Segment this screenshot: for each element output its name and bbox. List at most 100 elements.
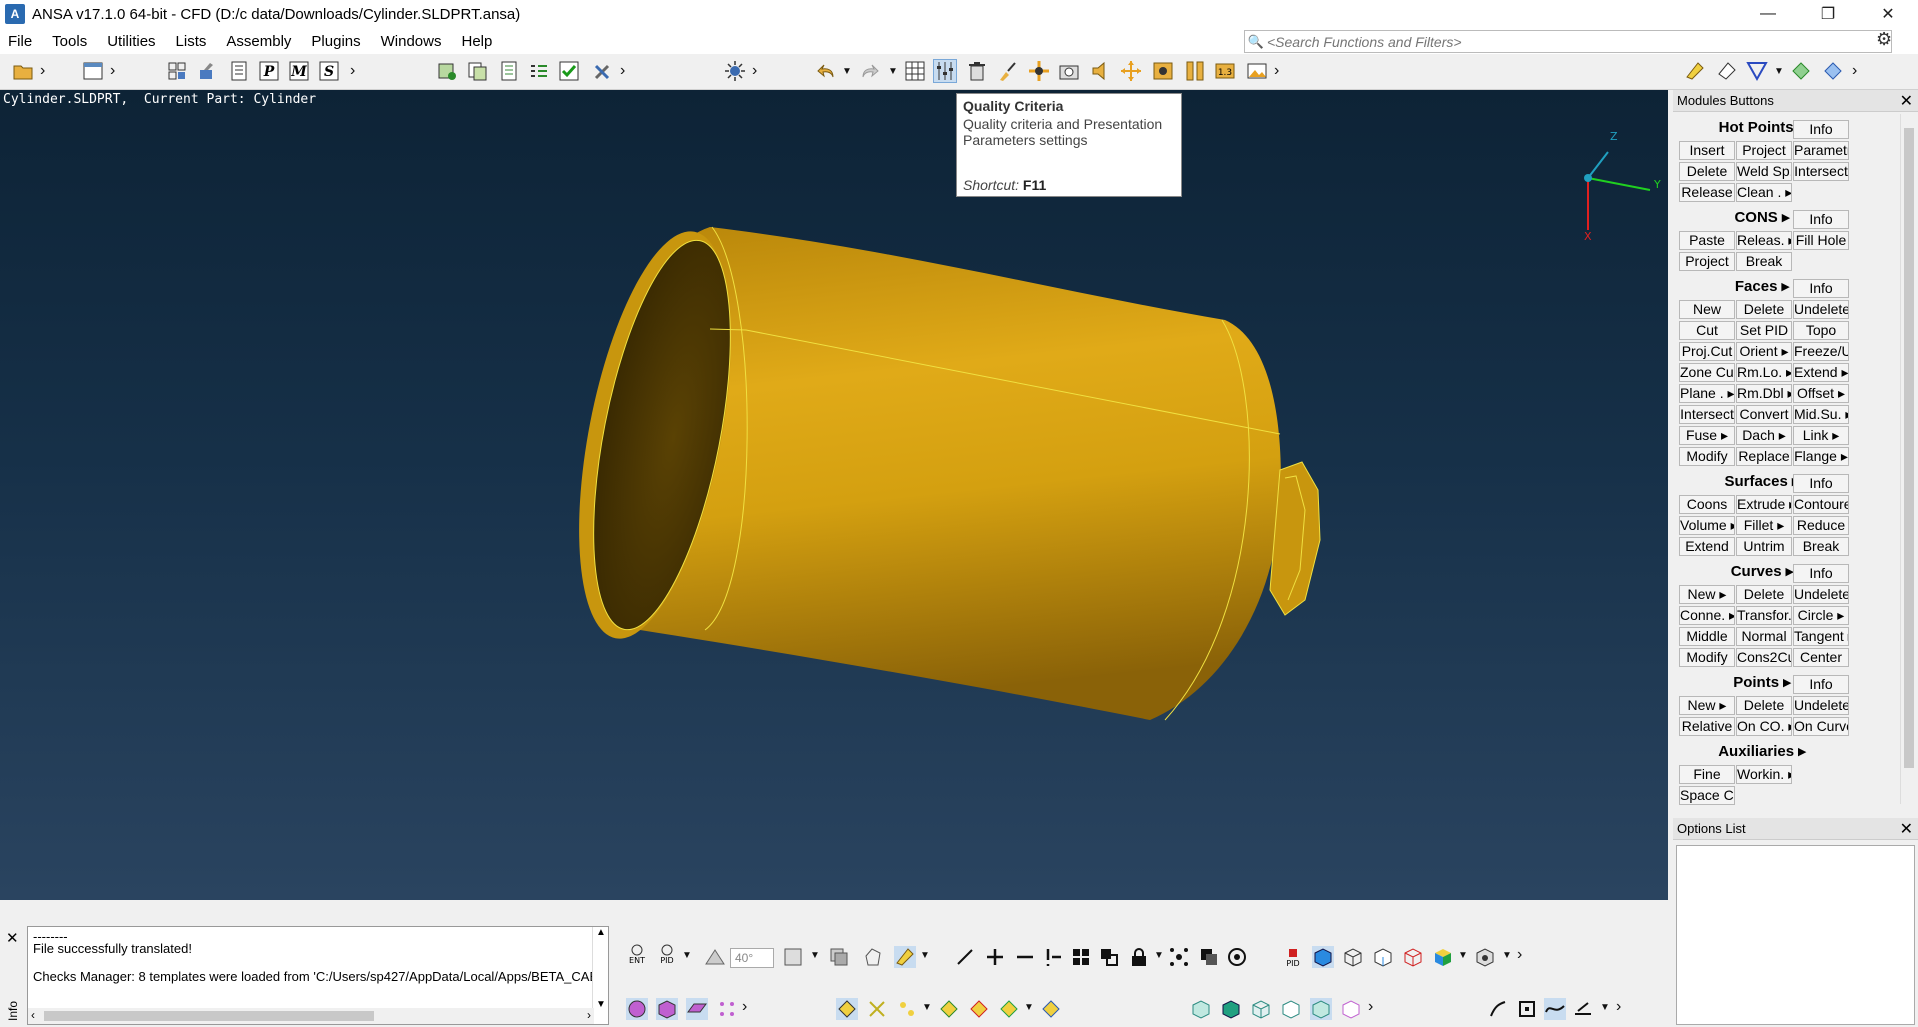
module-button[interactable]: Undelete: [1793, 300, 1849, 319]
module-info-button[interactable]: Info: [1793, 210, 1849, 229]
lock-icon[interactable]: [1128, 946, 1150, 968]
pen-icon[interactable]: [1572, 998, 1594, 1020]
checklist-icon[interactable]: [528, 60, 550, 82]
module-button[interactable]: Middle: [1679, 627, 1735, 646]
dropdown-arrow-icon[interactable]: ▼: [920, 950, 930, 961]
menu-windows[interactable]: Windows: [371, 33, 452, 50]
module-button[interactable]: Untrim: [1736, 537, 1792, 556]
module-button[interactable]: Plane . ▸: [1679, 384, 1735, 403]
module-button[interactable]: Release: [1679, 183, 1735, 202]
blue-face-icon[interactable]: [1040, 998, 1062, 1020]
trash-icon[interactable]: [966, 60, 988, 82]
filter-funnel-icon[interactable]: [1746, 60, 1768, 82]
module-button[interactable]: Break: [1793, 537, 1849, 556]
module-button[interactable]: Releas. ▸: [1736, 231, 1792, 250]
menu-help[interactable]: Help: [451, 33, 502, 50]
red-face-icon[interactable]: [968, 998, 990, 1020]
module-info-button[interactable]: Info: [1793, 564, 1849, 583]
module-button[interactable]: On Curve: [1793, 717, 1849, 736]
plus-icon[interactable]: [984, 946, 1006, 968]
chevron-right-icon[interactable]: ›: [620, 62, 625, 80]
clean-brush-icon[interactable]: [996, 60, 1018, 82]
box-select-icon[interactable]: [1516, 998, 1538, 1020]
mesh-cube-3-icon[interactable]: [1250, 998, 1272, 1020]
module-button[interactable]: Clean . ▸: [1736, 183, 1792, 202]
points-select-icon[interactable]: [716, 998, 738, 1020]
set-s-icon[interactable]: S: [318, 60, 340, 82]
dropdown-arrow-icon[interactable]: ▼: [922, 1002, 932, 1013]
picture-icon[interactable]: [1246, 60, 1268, 82]
chevron-right-icon[interactable]: ›: [1274, 62, 1279, 80]
camera-icon[interactable]: [1058, 60, 1080, 82]
dropdown-arrow-icon[interactable]: ▼: [1600, 1002, 1610, 1013]
module-group-title[interactable]: Auxiliaries ▸: [1707, 742, 1817, 760]
grid-all-icon[interactable]: [1070, 946, 1092, 968]
module-button[interactable]: Flange ▸: [1793, 447, 1849, 466]
yellow-points-icon[interactable]: [836, 998, 858, 1020]
hidden-cube-icon[interactable]: [1372, 946, 1394, 968]
frame-icon[interactable]: [782, 946, 804, 968]
red-cube-icon[interactable]: [1402, 946, 1424, 968]
color-cube-icon[interactable]: [1432, 946, 1454, 968]
cylinder-model[interactable]: Y Z X: [0, 90, 1668, 900]
mesh-cube-2-icon[interactable]: [1220, 998, 1242, 1020]
dropdown-arrow-icon[interactable]: ▼: [1502, 950, 1512, 961]
module-button[interactable]: Fill Hole: [1793, 231, 1849, 250]
module-button[interactable]: Intersect: [1679, 405, 1735, 424]
tools-icon[interactable]: [592, 60, 614, 82]
sun-options-icon[interactable]: [724, 60, 746, 82]
menu-lists[interactable]: Lists: [166, 33, 217, 50]
redo-icon[interactable]: [858, 60, 880, 82]
module-info-button[interactable]: Info: [1793, 675, 1849, 694]
module-button[interactable]: Rm.Dbl ▸: [1736, 384, 1792, 403]
dropdown-arrow-icon[interactable]: ▼: [842, 66, 852, 77]
dropdown-arrow-icon[interactable]: ▼: [1774, 66, 1784, 77]
grid-select-icon[interactable]: [166, 60, 188, 82]
open-folder-icon[interactable]: [12, 60, 34, 82]
module-button[interactable]: Tangent ▸: [1793, 627, 1849, 646]
settings-gear-icon[interactable]: ⚙: [1876, 29, 1892, 50]
module-button[interactable]: Normal: [1736, 627, 1792, 646]
move-cross-icon[interactable]: [1028, 60, 1050, 82]
menu-tools[interactable]: Tools: [42, 33, 97, 50]
mesh-cube-5-icon[interactable]: [1310, 998, 1332, 1020]
module-button[interactable]: Offset ▸: [1793, 384, 1849, 403]
highlight-icon[interactable]: [894, 946, 916, 968]
close-button[interactable]: ✕: [1858, 0, 1918, 28]
module-button[interactable]: Convert: [1736, 405, 1792, 424]
sound-icon[interactable]: [1090, 60, 1112, 82]
dropdown-arrow-icon[interactable]: ▼: [1024, 1002, 1034, 1013]
chevron-right-icon[interactable]: ›: [1368, 998, 1373, 1016]
restore-button[interactable]: ❐: [1798, 0, 1858, 28]
shaded-cube-icon[interactable]: [1312, 946, 1334, 968]
module-button[interactable]: Workin. ▸: [1736, 765, 1792, 784]
transform-icon[interactable]: [1120, 60, 1142, 82]
module-button[interactable]: Rm.Lo. ▸: [1736, 363, 1792, 382]
mesh-cube-4-icon[interactable]: [1280, 998, 1302, 1020]
module-button[interactable]: Project: [1679, 252, 1735, 271]
chevron-right-icon[interactable]: ›: [1517, 946, 1522, 964]
line-icon[interactable]: [954, 946, 976, 968]
module-button[interactable]: Link ▸: [1793, 426, 1849, 445]
feature-angle-icon[interactable]: [704, 946, 726, 968]
yellow-scatter-icon[interactable]: [866, 998, 888, 1020]
module-button[interactable]: Fuse ▸: [1679, 426, 1735, 445]
curve-icon[interactable]: [1544, 998, 1566, 1020]
stack-icon[interactable]: [1198, 946, 1220, 968]
module-button[interactable]: Extrude ▸: [1736, 495, 1792, 514]
module-button[interactable]: Proj.Cut: [1679, 342, 1735, 361]
close-icon[interactable]: ✕: [1900, 819, 1913, 839]
checks-icon[interactable]: [558, 60, 580, 82]
chevron-right-icon[interactable]: ›: [1616, 998, 1621, 1016]
module-button[interactable]: Replace: [1736, 447, 1792, 466]
chevron-right-icon[interactable]: ›: [752, 62, 757, 80]
module-button[interactable]: Fillet ▸: [1736, 516, 1792, 535]
module-button[interactable]: Delete: [1679, 162, 1735, 181]
module-button[interactable]: Paste: [1679, 231, 1735, 250]
copy-model-icon[interactable]: [466, 60, 488, 82]
yellow-face-icon[interactable]: [938, 998, 960, 1020]
module-button[interactable]: Delete: [1736, 585, 1792, 604]
module-button[interactable]: Dach ▸: [1736, 426, 1792, 445]
overlap-icon[interactable]: [1098, 946, 1120, 968]
dropdown-arrow-icon[interactable]: ▼: [1154, 950, 1164, 961]
